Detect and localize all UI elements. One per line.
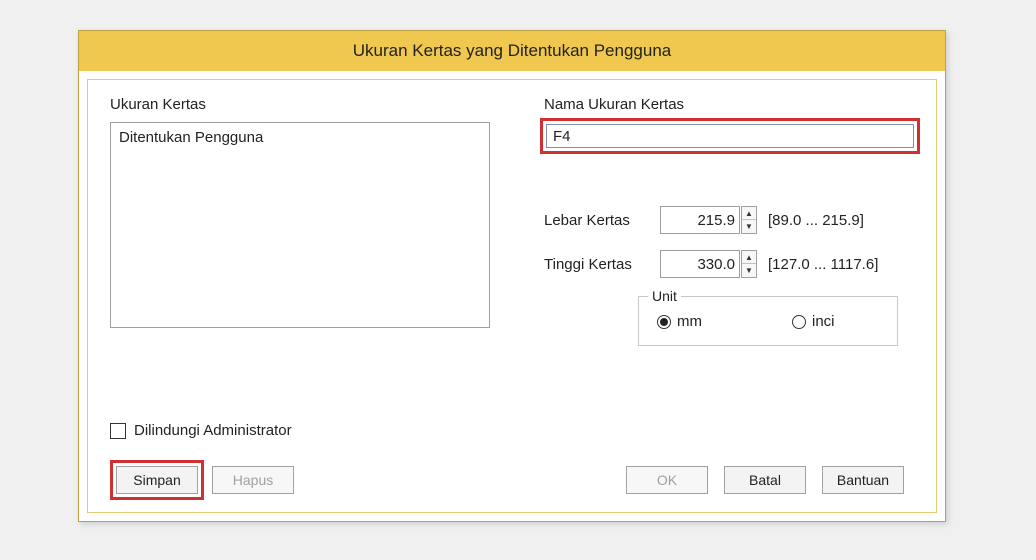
- delete-button: Hapus: [212, 466, 294, 494]
- paper-height-input[interactable]: [660, 250, 740, 278]
- unit-inci-label: inci: [812, 313, 835, 330]
- unit-mm-label: mm: [677, 313, 702, 330]
- list-item[interactable]: Ditentukan Pengguna: [119, 127, 481, 149]
- paper-height-spinner[interactable]: ▲ ▼: [741, 250, 757, 278]
- unit-mm-radio[interactable]: mm: [657, 313, 702, 330]
- user-defined-paper-size-dialog: Ukuran Kertas yang Ditentukan Pengguna U…: [78, 30, 946, 522]
- paper-name-label: Nama Ukuran Kertas: [544, 96, 684, 113]
- help-button[interactable]: Bantuan: [822, 466, 904, 494]
- unit-inci-radio[interactable]: inci: [792, 313, 835, 330]
- paper-name-input[interactable]: [546, 124, 914, 148]
- paper-width-label: Lebar Kertas: [544, 212, 630, 229]
- checkbox-unchecked-icon[interactable]: [110, 423, 126, 439]
- radio-checked-icon: [657, 315, 671, 329]
- spinner-down-icon[interactable]: ▼: [742, 264, 756, 277]
- paper-width-range: [89.0 ... 215.9]: [768, 212, 864, 229]
- paper-width-spinner[interactable]: ▲ ▼: [741, 206, 757, 234]
- paper-height-range: [127.0 ... 1117.6]: [768, 256, 878, 273]
- dialog-title: Ukuran Kertas yang Ditentukan Pengguna: [353, 41, 671, 61]
- protected-label: Dilindungi Administrator: [134, 422, 292, 439]
- radio-unchecked-icon: [792, 315, 806, 329]
- spinner-up-icon[interactable]: ▲: [742, 251, 756, 264]
- protected-checkbox-row[interactable]: Dilindungi Administrator: [110, 422, 292, 439]
- cancel-button[interactable]: Batal: [724, 466, 806, 494]
- unit-legend: Unit: [648, 288, 681, 304]
- titlebar: Ukuran Kertas yang Ditentukan Pengguna: [79, 31, 945, 71]
- spinner-up-icon[interactable]: ▲: [742, 207, 756, 220]
- save-button[interactable]: Simpan: [116, 466, 198, 494]
- paper-size-listbox[interactable]: Ditentukan Pengguna: [110, 122, 490, 328]
- ok-button: OK: [626, 466, 708, 494]
- dialog-body: Ukuran Kertas Ditentukan Pengguna Nama U…: [87, 79, 937, 513]
- paper-height-label: Tinggi Kertas: [544, 256, 632, 273]
- paper-width-input[interactable]: [660, 206, 740, 234]
- paper-size-label: Ukuran Kertas: [110, 96, 206, 113]
- spinner-down-icon[interactable]: ▼: [742, 220, 756, 233]
